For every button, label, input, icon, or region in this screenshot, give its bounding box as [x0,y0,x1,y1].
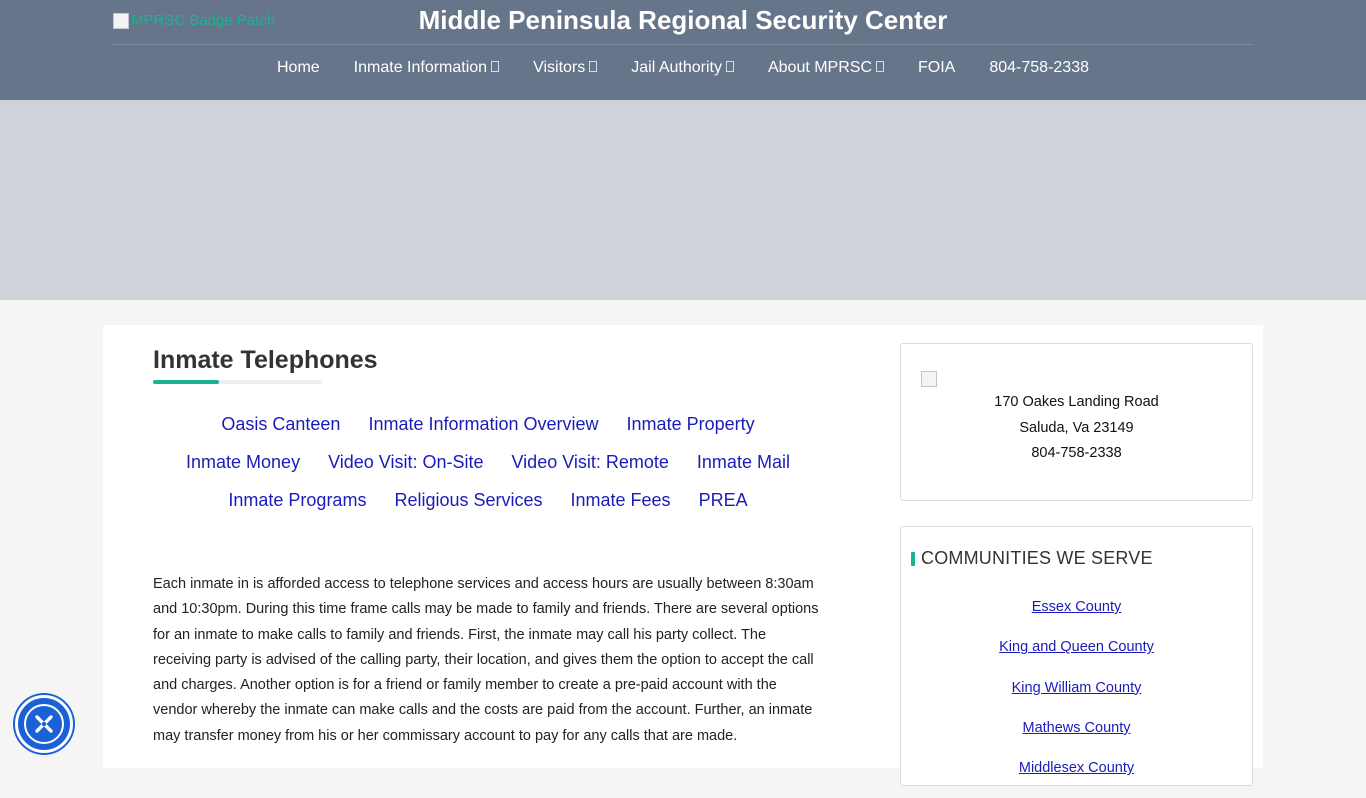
site-header: MPRSC Badge Patch Middle Peninsula Regio… [0,0,1366,100]
hero-banner [0,100,1366,300]
community-link-essex[interactable]: Essex County [901,597,1252,617]
nav-jail-authority[interactable]: Jail Authority [614,57,751,79]
chevron-down-icon [589,60,598,72]
links-row: Inmate Programs Religious Services Inmat… [153,488,823,513]
nav-about-mprsc[interactable]: About MPRSC [751,57,901,79]
close-x-icon [35,715,53,733]
link-inmate-programs[interactable]: Inmate Programs [214,488,380,513]
address-city: Saluda, Va 23149 [1019,419,1134,436]
heading-accent-bar [911,551,915,566]
nav-label: Home [276,59,320,76]
chevron-down-icon [876,60,885,72]
nav-foia[interactable]: FOIA [901,57,972,79]
link-inmate-property[interactable]: Inmate Property [613,412,769,437]
nav-label: Visitors [533,59,586,76]
community-link-mathews[interactable]: Mathews County [901,718,1252,738]
address-block: 170 Oakes Landing Road Saluda, Va 23149 … [901,390,1252,467]
accessibility-button[interactable] [15,695,73,753]
link-video-visit-onsite[interactable]: Video Visit: On-Site [314,450,497,475]
links-row: Inmate Money Video Visit: On-Site Video … [153,450,823,475]
address-card: 170 Oakes Landing Road Saluda, Va 23149 … [900,343,1253,501]
communities-heading: COMMUNITIES WE SERVE [911,548,1153,569]
link-video-visit-remote[interactable]: Video Visit: Remote [498,450,683,475]
nav-home[interactable]: Home [260,57,337,79]
nav-phone[interactable]: 804-758-2338 [972,57,1106,79]
nav-label: Inmate Information [353,59,488,76]
communities-card: COMMUNITIES WE SERVE Essex County King a… [900,526,1253,786]
inmate-links: Oasis Canteen Inmate Information Overvie… [153,412,823,526]
site-title[interactable]: Middle Peninsula Regional Security Cente… [0,5,1366,36]
link-prea[interactable]: PREA [685,488,762,513]
title-underline [153,380,322,384]
chevron-down-icon [491,60,500,72]
nav-inmate-information[interactable]: Inmate Information [337,57,516,79]
link-inmate-information-overview[interactable]: Inmate Information Overview [354,412,612,437]
accessibility-icon [24,704,64,744]
community-link-middlesex[interactable]: Middlesex County [901,758,1252,778]
link-religious-services[interactable]: Religious Services [380,488,556,513]
link-oasis-canteen[interactable]: Oasis Canteen [207,412,354,437]
page-title: Inmate Telephones [153,346,378,374]
main-nav: Home Inmate Information Visitors Jail Au… [0,57,1366,79]
chevron-down-icon [725,60,734,72]
nav-label: Jail Authority [631,59,722,76]
community-link-king-william[interactable]: King William County [901,678,1252,698]
body-paragraph: Each inmate in is afforded access to tel… [153,576,819,744]
link-inmate-money[interactable]: Inmate Money [172,450,314,475]
broken-image-icon [921,371,937,387]
community-link-king-and-queen[interactable]: King and Queen County [901,637,1252,657]
title-underline-accent [153,380,219,384]
header-divider [113,44,1254,45]
address-line: 170 Oakes Landing Road [994,394,1159,410]
link-inmate-mail[interactable]: Inmate Mail [683,450,804,475]
nav-visitors[interactable]: Visitors [516,57,614,79]
nav-label: FOIA [918,59,956,76]
link-inmate-fees[interactable]: Inmate Fees [557,488,685,513]
links-row: Oasis Canteen Inmate Information Overvie… [153,412,823,437]
address-phone: 804-758-2338 [1031,445,1122,461]
nav-label: 804-758-2338 [989,59,1089,76]
communities-heading-text: COMMUNITIES WE SERVE [921,548,1153,568]
nav-label: About MPRSC [767,59,873,76]
